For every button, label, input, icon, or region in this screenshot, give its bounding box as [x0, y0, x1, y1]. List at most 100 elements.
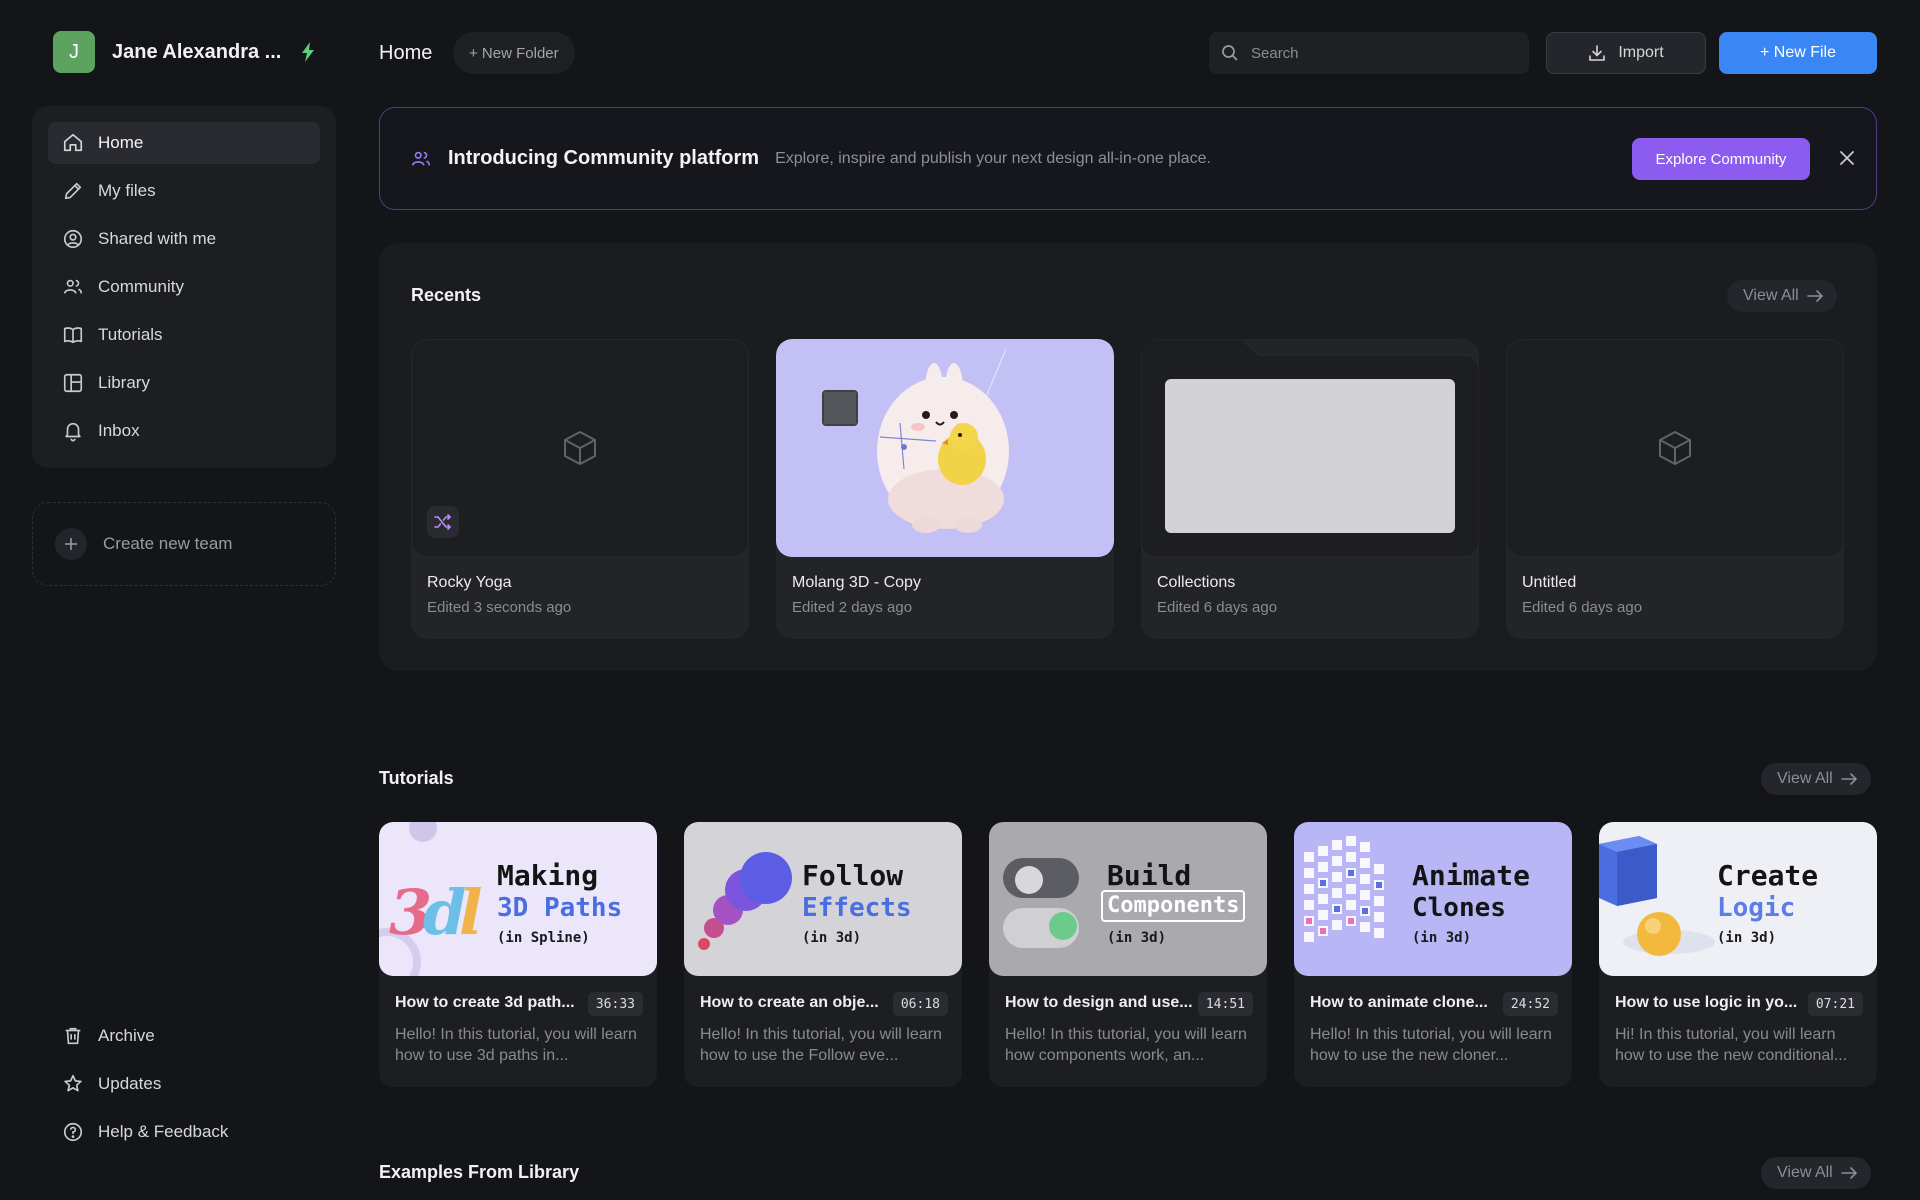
sidebar-item-home[interactable]: Home — [48, 122, 320, 164]
sidebar-item-library[interactable]: Library — [48, 362, 320, 404]
arrow-right-icon — [1840, 773, 1857, 785]
shuffle-icon — [427, 506, 459, 538]
new-file-button[interactable]: + New File — [1719, 32, 1877, 74]
file-edited: Edited 3 seconds ago — [427, 599, 572, 616]
book-icon — [63, 327, 83, 344]
sidebar-item-archive[interactable]: Archive — [48, 1015, 320, 1057]
arrow-right-icon — [1840, 1167, 1857, 1179]
thumb-line3: (in 3d) — [1107, 930, 1167, 946]
new-folder-button[interactable]: + New Folder — [453, 32, 575, 74]
sidebar-item-community[interactable]: Community — [48, 266, 320, 308]
tutorial-description: Hello! In this tutorial, you will learn … — [700, 1026, 942, 1064]
file-card[interactable]: Untitled Edited 6 days ago — [1506, 339, 1844, 639]
pencil-icon — [64, 182, 82, 200]
view-all-label: View All — [1777, 770, 1833, 787]
file-thumbnail[interactable] — [1506, 339, 1844, 557]
sidebar-item-help[interactable]: Help & Feedback — [48, 1111, 320, 1153]
search-input[interactable] — [1251, 44, 1501, 62]
arrow-right-icon — [1806, 290, 1823, 302]
examples-view-all-button[interactable]: View All — [1761, 1157, 1871, 1189]
sidebar: J Jane Alexandra ... Home My files Share… — [32, 30, 336, 1170]
close-icon[interactable] — [1838, 149, 1856, 167]
banner-description: Explore, inspire and publish your next d… — [775, 149, 1211, 167]
search-icon — [1222, 45, 1238, 61]
plus-icon — [55, 528, 87, 560]
thumb-line1: Making — [497, 859, 599, 892]
tutorial-description: Hi! In this tutorial, you will learn how… — [1615, 1026, 1848, 1064]
logic-shapes-illustration — [1599, 836, 1715, 956]
tutorial-card[interactable]: Build Components (in 3d) How to design a… — [989, 822, 1267, 1087]
tutorial-thumbnail[interactable]: 3 d l Making 3D Paths (in Spline) — [379, 822, 657, 976]
thumb-line2: Effects — [802, 893, 912, 923]
sidebar-item-updates[interactable]: Updates — [48, 1063, 320, 1105]
tutorial-thumbnail[interactable]: Follow Effects (in 3d) — [684, 822, 962, 976]
follow-spheres-illustration — [698, 852, 792, 950]
folder-thumbnail[interactable] — [1141, 339, 1479, 557]
import-button[interactable]: Import — [1546, 32, 1706, 74]
thumb-line3: (in 3d) — [1717, 930, 1777, 946]
file-edited: Edited 6 days ago — [1157, 599, 1278, 616]
layout-icon — [63, 373, 83, 393]
user-name[interactable]: Jane Alexandra ... — [112, 41, 281, 64]
folder-card[interactable]: Collections Edited 6 days ago — [1141, 339, 1479, 639]
sidebar-item-label: Tutorials — [98, 325, 163, 344]
molang-character-image — [822, 348, 1009, 533]
sidebar-item-label: Library — [98, 373, 150, 392]
tutorial-thumbnail[interactable]: Create Logic (in 3d) — [1599, 822, 1877, 976]
sidebar-item-tutorials[interactable]: Tutorials — [48, 314, 320, 356]
tutorial-card[interactable]: 3 d l Making 3D Paths (in Spline) How to… — [379, 822, 657, 1087]
thumb-line3: (in 3d) — [802, 930, 862, 946]
thumb-line1: Build — [1107, 859, 1192, 892]
thumb-line2: 3D Paths — [497, 893, 623, 923]
sidebar-item-label: Updates — [98, 1074, 162, 1093]
trash-icon — [65, 1027, 81, 1045]
tutorial-name: How to animate clone... — [1310, 994, 1488, 1011]
tutorial-card[interactable]: Follow Effects (in 3d) How to create an … — [684, 822, 962, 1087]
cube-icon — [564, 431, 596, 465]
svg-text:l: l — [459, 876, 483, 949]
top-bar: Home + New Folder Import + New File — [379, 32, 1877, 74]
file-name: Untitled — [1522, 574, 1577, 591]
file-card[interactable]: Rocky Yoga Edited 3 seconds ago — [411, 339, 749, 639]
tutorial-duration: 14:51 — [1197, 992, 1253, 1016]
bolt-icon — [302, 42, 315, 62]
thumb-line2: Logic — [1717, 893, 1796, 923]
tutorial-duration: 06:18 — [892, 992, 948, 1016]
tutorial-card[interactable]: Animate Clones (in 3d) How to animate cl… — [1294, 822, 1572, 1087]
recents-title: Recents — [411, 285, 482, 305]
file-edited: Edited 2 days ago — [792, 599, 913, 616]
sidebar-item-inbox[interactable]: Inbox — [48, 410, 320, 452]
tutorial-thumbnail[interactable]: Animate Clones (in 3d) — [1294, 822, 1572, 976]
file-card[interactable]: Molang 3D - Copy Edited 2 days ago — [776, 339, 1114, 639]
avatar[interactable]: J — [53, 31, 95, 73]
clones-grid-illustration — [1304, 836, 1384, 942]
folder-paper — [1165, 379, 1455, 533]
explore-community-button[interactable]: Explore Community — [1632, 138, 1810, 180]
tutorial-card[interactable]: Create Logic (in 3d) How to use logic in… — [1599, 822, 1877, 1087]
file-thumbnail[interactable] — [411, 339, 749, 557]
page-title: Home — [379, 42, 433, 64]
file-name: Rocky Yoga — [427, 574, 512, 591]
toggle-components-illustration — [1003, 858, 1079, 948]
tutorials-view-all-button[interactable]: View All — [1761, 763, 1871, 795]
import-label: Import — [1618, 44, 1664, 61]
banner-title: Introducing Community platform — [448, 147, 760, 169]
examples-title: Examples From Library — [379, 1162, 580, 1182]
file-edited: Edited 6 days ago — [1522, 599, 1643, 616]
users-icon — [63, 279, 83, 294]
bottom-nav: Archive Updates Help & Feedback — [48, 1015, 320, 1159]
tutorial-name: How to create an obje... — [700, 994, 879, 1011]
sidebar-item-shared[interactable]: Shared with me — [48, 218, 320, 260]
file-thumbnail[interactable] — [776, 339, 1114, 557]
recents-view-all-button[interactable]: View All — [1727, 280, 1837, 312]
thumb-line2: Components — [1101, 890, 1246, 922]
sidebar-item-label: Home — [98, 133, 144, 152]
create-team-button[interactable]: Create new team — [32, 502, 336, 586]
users-icon — [411, 151, 431, 166]
user-menu[interactable]: J Jane Alexandra ... — [32, 30, 336, 74]
tutorial-thumbnail[interactable]: Build Components (in 3d) — [989, 822, 1267, 976]
sidebar-item-label: Community — [98, 277, 184, 296]
thumb-line3: (in Spline) — [497, 930, 590, 946]
search-box[interactable] — [1209, 32, 1529, 74]
sidebar-item-my-files[interactable]: My files — [48, 170, 320, 212]
